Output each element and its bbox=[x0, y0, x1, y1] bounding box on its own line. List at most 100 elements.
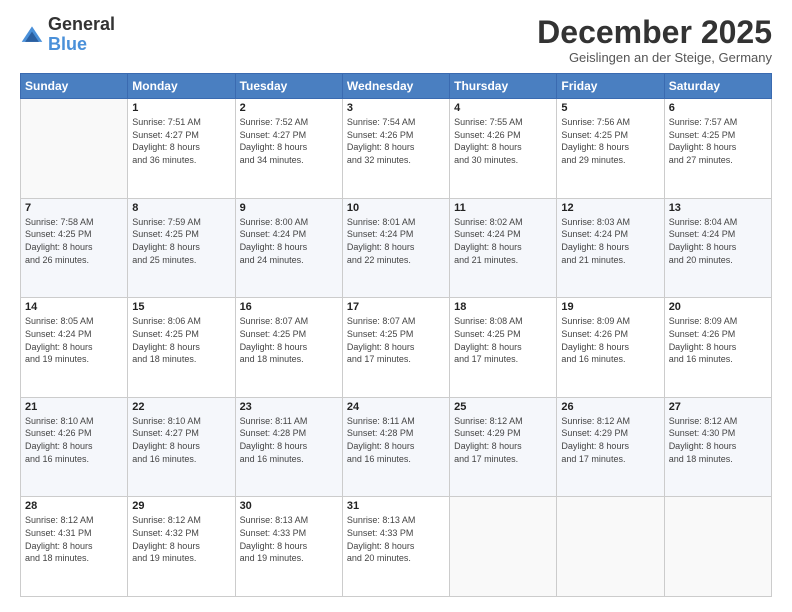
logo-blue: Blue bbox=[48, 34, 87, 54]
day-number: 23 bbox=[240, 401, 338, 413]
day-info: Sunrise: 8:05 AMSunset: 4:24 PMDaylight:… bbox=[25, 315, 123, 365]
calendar-header: Sunday Monday Tuesday Wednesday Thursday… bbox=[21, 74, 772, 99]
day-info: Sunrise: 8:12 AMSunset: 4:30 PMDaylight:… bbox=[669, 415, 767, 465]
day-number: 25 bbox=[454, 401, 552, 413]
calendar-cell bbox=[664, 497, 771, 597]
calendar-week-4: 21 Sunrise: 8:10 AMSunset: 4:26 PMDayligh… bbox=[21, 397, 772, 497]
calendar-cell: 7 Sunrise: 7:58 AMSunset: 4:25 PMDaylight… bbox=[21, 198, 128, 298]
calendar-cell: 18 Sunrise: 8:08 AMSunset: 4:25 PMDayligh… bbox=[450, 298, 557, 398]
day-number: 21 bbox=[25, 401, 123, 413]
day-number: 20 bbox=[669, 301, 767, 313]
calendar-cell bbox=[557, 497, 664, 597]
day-number: 31 bbox=[347, 500, 445, 512]
day-info: Sunrise: 8:12 AMSunset: 4:29 PMDaylight:… bbox=[454, 415, 552, 465]
day-number: 16 bbox=[240, 301, 338, 313]
calendar-cell: 22 Sunrise: 8:10 AMSunset: 4:27 PMDayligh… bbox=[128, 397, 235, 497]
day-info: Sunrise: 8:06 AMSunset: 4:25 PMDaylight:… bbox=[132, 315, 230, 365]
day-info: Sunrise: 8:13 AMSunset: 4:33 PMDaylight:… bbox=[240, 514, 338, 564]
calendar-cell: 29 Sunrise: 8:12 AMSunset: 4:32 PMDayligh… bbox=[128, 497, 235, 597]
calendar-cell: 27 Sunrise: 8:12 AMSunset: 4:30 PMDayligh… bbox=[664, 397, 771, 497]
logo-text: General Blue bbox=[48, 15, 115, 55]
day-info: Sunrise: 7:57 AMSunset: 4:25 PMDaylight:… bbox=[669, 116, 767, 166]
calendar-cell: 6Sunrise: 7:57 AMSunset: 4:25 PMDaylight… bbox=[664, 99, 771, 199]
day-info: Sunrise: 8:13 AMSunset: 4:33 PMDaylight:… bbox=[347, 514, 445, 564]
day-number: 29 bbox=[132, 500, 230, 512]
col-sunday: Sunday bbox=[21, 74, 128, 99]
day-number: 1 bbox=[132, 102, 230, 114]
day-info: Sunrise: 7:55 AMSunset: 4:26 PMDaylight:… bbox=[454, 116, 552, 166]
calendar-cell: 1 Sunrise: 7:51 AMSunset: 4:27 PMDaylight… bbox=[128, 99, 235, 199]
calendar-cell: 30 Sunrise: 8:13 AMSunset: 4:33 PMDayligh… bbox=[235, 497, 342, 597]
day-info: Sunrise: 8:03 AMSunset: 4:24 PMDaylight:… bbox=[561, 216, 659, 266]
day-info: Sunrise: 7:51 AMSunset: 4:27 PMDaylight:… bbox=[132, 116, 230, 166]
col-tuesday: Tuesday bbox=[235, 74, 342, 99]
calendar-cell: 15 Sunrise: 8:06 AMSunset: 4:25 PMDayligh… bbox=[128, 298, 235, 398]
calendar-week-3: 14Sunrise: 8:05 AMSunset: 4:24 PMDayligh… bbox=[21, 298, 772, 398]
page: General Blue December 2025 Geislingen an… bbox=[0, 0, 792, 612]
calendar-cell: 28 Sunrise: 8:12 AMSunset: 4:31 PMDayligh… bbox=[21, 497, 128, 597]
day-number: 13 bbox=[669, 202, 767, 214]
day-info: Sunrise: 7:52 AMSunset: 4:27 PMDaylight:… bbox=[240, 116, 338, 166]
day-number: 7 bbox=[25, 202, 123, 214]
day-info: Sunrise: 8:07 AMSunset: 4:25 PMDaylight:… bbox=[347, 315, 445, 365]
calendar-cell: 9 Sunrise: 8:00 AMSunset: 4:24 PMDaylight… bbox=[235, 198, 342, 298]
calendar-cell: 2 Sunrise: 7:52 AMSunset: 4:27 PMDaylight… bbox=[235, 99, 342, 199]
day-info: Sunrise: 8:12 AMSunset: 4:32 PMDaylight:… bbox=[132, 514, 230, 564]
title-block: December 2025 Geislingen an der Steige, … bbox=[537, 15, 772, 65]
day-number: 11 bbox=[454, 202, 552, 214]
day-number: 24 bbox=[347, 401, 445, 413]
calendar-cell: 4 Sunrise: 7:55 AMSunset: 4:26 PMDaylight… bbox=[450, 99, 557, 199]
header-row: Sunday Monday Tuesday Wednesday Thursday… bbox=[21, 74, 772, 99]
calendar-cell: 5 Sunrise: 7:56 AMSunset: 4:25 PMDaylight… bbox=[557, 99, 664, 199]
day-info: Sunrise: 8:10 AMSunset: 4:27 PMDaylight:… bbox=[132, 415, 230, 465]
calendar-cell: 19Sunrise: 8:09 AMSunset: 4:26 PMDayligh… bbox=[557, 298, 664, 398]
day-info: Sunrise: 8:11 AMSunset: 4:28 PMDaylight:… bbox=[240, 415, 338, 465]
day-number: 27 bbox=[669, 401, 767, 413]
calendar-cell: 8 Sunrise: 7:59 AMSunset: 4:25 PMDaylight… bbox=[128, 198, 235, 298]
day-info: Sunrise: 8:00 AMSunset: 4:24 PMDaylight:… bbox=[240, 216, 338, 266]
calendar-cell: 12 Sunrise: 8:03 AMSunset: 4:24 PMDayligh… bbox=[557, 198, 664, 298]
calendar-cell: 10Sunrise: 8:01 AMSunset: 4:24 PMDayligh… bbox=[342, 198, 449, 298]
day-info: Sunrise: 8:09 AMSunset: 4:26 PMDaylight:… bbox=[561, 315, 659, 365]
calendar-cell: 16 Sunrise: 8:07 AMSunset: 4:25 PMDayligh… bbox=[235, 298, 342, 398]
calendar-week-5: 28 Sunrise: 8:12 AMSunset: 4:31 PMDayligh… bbox=[21, 497, 772, 597]
calendar-cell: 26Sunrise: 8:12 AMSunset: 4:29 PMDayligh… bbox=[557, 397, 664, 497]
calendar-cell: 14Sunrise: 8:05 AMSunset: 4:24 PMDayligh… bbox=[21, 298, 128, 398]
day-number: 8 bbox=[132, 202, 230, 214]
day-number: 5 bbox=[561, 102, 659, 114]
day-number: 22 bbox=[132, 401, 230, 413]
day-info: Sunrise: 8:08 AMSunset: 4:25 PMDaylight:… bbox=[454, 315, 552, 365]
day-number: 18 bbox=[454, 301, 552, 313]
day-number: 15 bbox=[132, 301, 230, 313]
day-info: Sunrise: 7:56 AMSunset: 4:25 PMDaylight:… bbox=[561, 116, 659, 166]
day-info: Sunrise: 8:12 AMSunset: 4:31 PMDaylight:… bbox=[25, 514, 123, 564]
calendar-cell: 31 Sunrise: 8:13 AMSunset: 4:33 PMDayligh… bbox=[342, 497, 449, 597]
day-number: 28 bbox=[25, 500, 123, 512]
day-info: Sunrise: 7:54 AMSunset: 4:26 PMDaylight:… bbox=[347, 116, 445, 166]
calendar-table: Sunday Monday Tuesday Wednesday Thursday… bbox=[20, 73, 772, 597]
col-monday: Monday bbox=[128, 74, 235, 99]
day-info: Sunrise: 7:58 AMSunset: 4:25 PMDaylight:… bbox=[25, 216, 123, 266]
day-info: Sunrise: 8:02 AMSunset: 4:24 PMDaylight:… bbox=[454, 216, 552, 266]
col-friday: Friday bbox=[557, 74, 664, 99]
calendar-cell: 24 Sunrise: 8:11 AMSunset: 4:28 PMDayligh… bbox=[342, 397, 449, 497]
day-number: 4 bbox=[454, 102, 552, 114]
day-number: 9 bbox=[240, 202, 338, 214]
col-wednesday: Wednesday bbox=[342, 74, 449, 99]
day-info: Sunrise: 8:10 AMSunset: 4:26 PMDaylight:… bbox=[25, 415, 123, 465]
day-info: Sunrise: 7:59 AMSunset: 4:25 PMDaylight:… bbox=[132, 216, 230, 266]
day-number: 30 bbox=[240, 500, 338, 512]
calendar-cell bbox=[450, 497, 557, 597]
location: Geislingen an der Steige, Germany bbox=[537, 50, 772, 65]
logo: General Blue bbox=[20, 15, 115, 55]
day-info: Sunrise: 8:07 AMSunset: 4:25 PMDaylight:… bbox=[240, 315, 338, 365]
month-title: December 2025 bbox=[537, 15, 772, 50]
day-info: Sunrise: 8:11 AMSunset: 4:28 PMDaylight:… bbox=[347, 415, 445, 465]
calendar-cell bbox=[21, 99, 128, 199]
day-number: 12 bbox=[561, 202, 659, 214]
day-number: 3 bbox=[347, 102, 445, 114]
day-number: 2 bbox=[240, 102, 338, 114]
calendar-cell: 13Sunrise: 8:04 AMSunset: 4:24 PMDayligh… bbox=[664, 198, 771, 298]
col-thursday: Thursday bbox=[450, 74, 557, 99]
calendar-cell: 21 Sunrise: 8:10 AMSunset: 4:26 PMDayligh… bbox=[21, 397, 128, 497]
